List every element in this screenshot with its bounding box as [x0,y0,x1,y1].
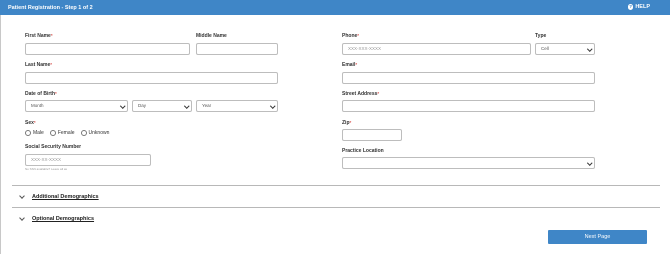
phone-type-label: Type [535,33,547,39]
section-divider [12,207,660,208]
radio-button[interactable] [49,130,56,136]
phone-input[interactable]: XXX-XXX-XXXX [342,43,531,55]
frame-border [0,15,1,254]
practice-location-label: Practice Location [342,148,384,154]
chevron-down-icon [269,103,275,109]
required-marker: * [357,33,360,38]
middle-name-input[interactable] [196,43,278,55]
required-marker: * [33,120,36,125]
last-name-label: Last Name* [25,62,53,68]
optional-demographics-label: Optional Demographics [32,216,95,222]
dob-label: Date of Birth* [25,91,57,97]
required-marker: * [355,62,358,67]
zip-input[interactable] [342,129,402,141]
dob-month-select[interactable]: Month [25,100,128,112]
dob-year-value: Year [202,103,212,108]
radio-button[interactable] [25,130,31,136]
page-header: Patient Registration - Step 1 of 2 ? HEL… [0,0,670,15]
dob-year-select[interactable]: Year [196,100,278,112]
chevron-down-icon [586,46,592,52]
street-address-label: Street Address* [342,91,380,97]
email-label: Email* [342,62,358,68]
phone-type-select[interactable]: Cell [535,43,595,55]
help-link[interactable]: ? HELP [627,4,650,10]
last-name-input[interactable] [25,72,278,84]
sex-label: Sex* [25,120,36,126]
practice-location-select[interactable] [342,157,595,169]
dob-day-select[interactable]: Day [132,100,192,112]
street-address-input[interactable] [342,100,595,112]
sex-option-male[interactable]: Male [25,130,44,136]
required-marker: * [349,120,352,125]
required-marker: * [50,33,53,38]
dob-month-value: Month [31,103,44,108]
ssn-label: Social Security Number [25,144,82,150]
middle-name-label: Middle Name [196,33,227,39]
sex-option-female[interactable]: Female [49,130,75,136]
additional-demographics-toggle[interactable]: Additional Demographics [19,193,99,200]
chevron-down-icon [19,215,25,221]
ssn-input[interactable]: XXX-XX-XXXX [25,154,151,166]
email-input[interactable] [342,72,595,84]
help-label: HELP [635,4,650,10]
section-divider [12,185,660,186]
help-icon: ? [627,4,634,10]
chevron-down-icon [586,160,592,166]
phone-type-value: Cell [541,46,549,51]
sex-option-unknown[interactable]: Unknown [80,130,109,136]
required-marker: * [50,62,53,67]
chevron-down-icon [119,103,125,109]
required-marker: * [55,91,57,96]
next-page-button[interactable]: Next Page [548,230,647,244]
optional-demographics-toggle[interactable]: Optional Demographics [19,215,95,222]
first-name-input[interactable] [25,43,190,55]
sex-radio-group: Male Female Unknown [25,130,115,136]
required-marker: * [377,91,380,96]
chevron-down-icon [183,103,189,109]
additional-demographics-label: Additional Demographics [32,194,99,200]
chevron-down-icon [19,193,25,199]
page-title: Patient Registration - Step 1 of 2 [8,4,93,11]
zip-label: Zip* [342,120,352,126]
first-name-label: First Name* [25,33,53,39]
phone-label: Phone* [342,33,360,39]
radio-button[interactable] [80,130,87,136]
dob-day-value: Day [138,103,147,108]
ssn-hint: No SSN available? Leave all as [25,167,68,171]
